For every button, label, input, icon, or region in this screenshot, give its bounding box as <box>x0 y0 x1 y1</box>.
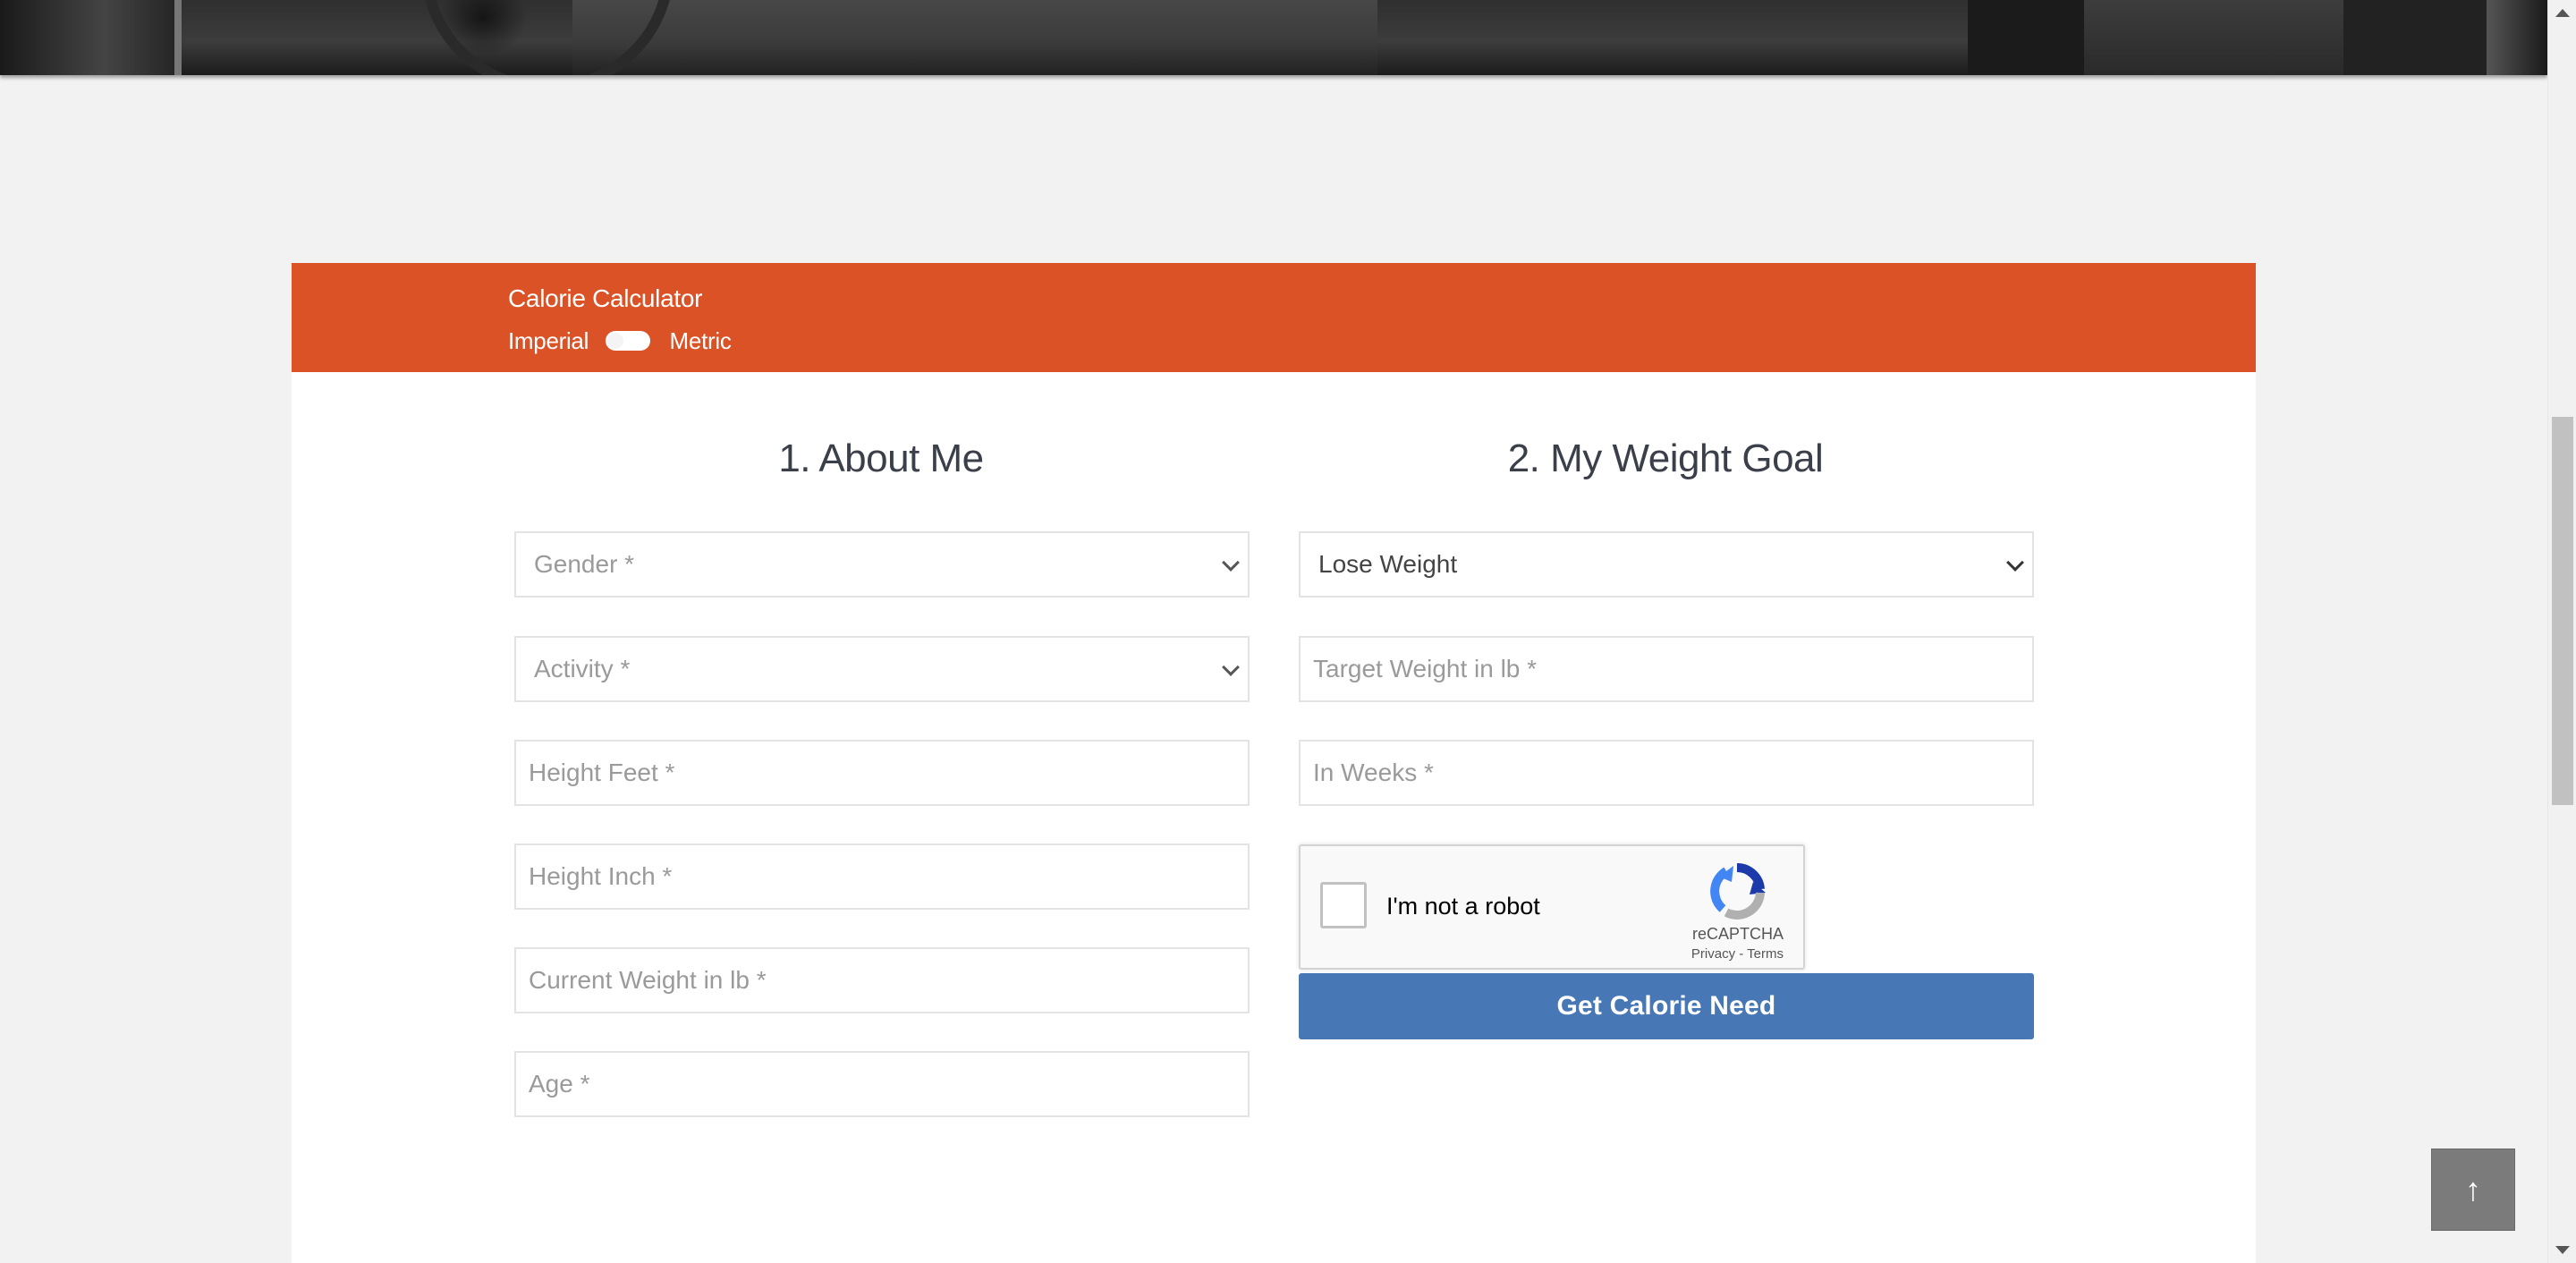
get-calorie-need-button[interactable]: Get Calorie Need <box>1299 973 2034 1039</box>
height-inch-placeholder: Height Inch * <box>529 862 673 890</box>
scroll-down-arrow-icon[interactable] <box>2555 1246 2570 1254</box>
current-weight-placeholder: Current Weight in lb * <box>529 966 767 994</box>
target-weight-input[interactable]: Target Weight in lb * <box>1299 636 2034 702</box>
recaptcha-widget: I'm not a robot reCAPTCHA Privacy - Term… <box>1299 844 1805 970</box>
scroll-up-arrow-icon[interactable] <box>2555 9 2570 17</box>
height-feet-input[interactable]: Height Feet * <box>514 740 1250 806</box>
height-feet-placeholder: Height Feet * <box>529 759 675 786</box>
recaptcha-checkbox[interactable] <box>1320 882 1367 928</box>
chevron-down-icon <box>1222 658 1240 676</box>
weeks-input[interactable]: In Weeks * <box>1299 740 2034 806</box>
weight-goal-select[interactable]: Lose Weight <box>1299 531 2034 598</box>
unit-toggle-switch[interactable] <box>606 331 651 352</box>
recaptcha-logo-icon <box>1710 862 1766 920</box>
calculator-header: Calorie Calculator Imperial Metric <box>292 263 2256 372</box>
scroll-thumb[interactable] <box>2552 417 2573 805</box>
calculator-title: Calorie Calculator <box>508 284 703 312</box>
gender-select-value: Gender * <box>534 550 635 578</box>
recaptcha-privacy-terms-links[interactable]: Privacy - Terms <box>1691 946 1784 962</box>
height-inch-input[interactable]: Height Inch * <box>514 843 1250 910</box>
chevron-down-icon <box>2006 554 2024 572</box>
weight-goal-select-value: Lose Weight <box>1318 550 1458 578</box>
age-input[interactable]: Age * <box>514 1051 1250 1117</box>
unit-metric-label: Metric <box>669 326 732 354</box>
back-to-top-button[interactable]: ↑ <box>2431 1149 2515 1231</box>
age-placeholder: Age * <box>529 1070 590 1098</box>
hero-image <box>0 0 2547 75</box>
about-me-heading: 1. About Me <box>778 437 984 480</box>
recaptcha-label: I'm not a robot <box>1386 893 1540 920</box>
activity-select-value: Activity * <box>534 655 631 682</box>
recaptcha-brand: reCAPTCHA <box>1691 925 1784 943</box>
toggle-knob <box>607 333 624 350</box>
unit-toggle-row: Imperial Metric <box>508 326 732 358</box>
target-weight-placeholder: Target Weight in lb * <box>1313 655 1538 682</box>
arrow-up-icon: ↑ <box>2465 1171 2481 1208</box>
page-scrollbar[interactable] <box>2547 0 2576 1263</box>
unit-imperial-label: Imperial <box>508 326 589 354</box>
gender-select[interactable]: Gender * <box>514 531 1250 598</box>
chevron-down-icon <box>1222 554 1240 572</box>
current-weight-input[interactable]: Current Weight in lb * <box>514 947 1250 1013</box>
weight-goal-heading: 2. My Weight Goal <box>1507 437 1824 480</box>
activity-select[interactable]: Activity * <box>514 636 1250 702</box>
weeks-placeholder: In Weeks * <box>1313 759 1434 786</box>
